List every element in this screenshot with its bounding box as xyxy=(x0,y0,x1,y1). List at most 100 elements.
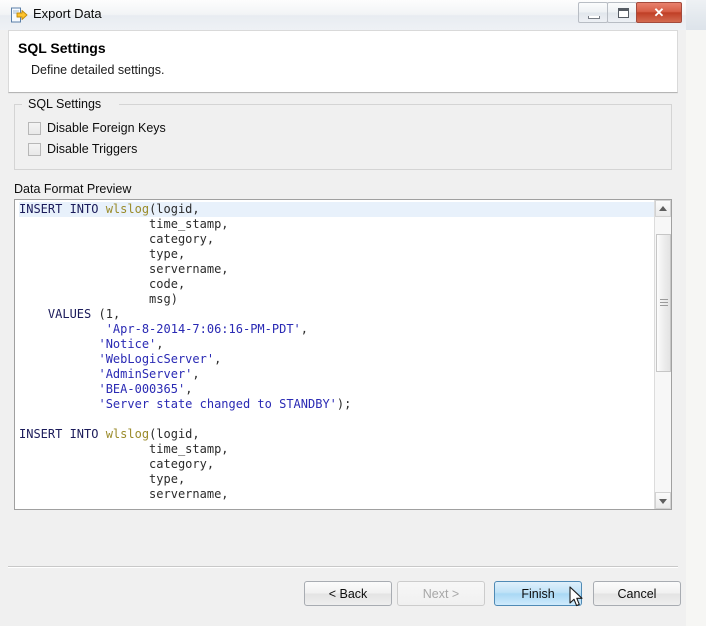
sql-token-pln xyxy=(19,337,98,351)
window-controls: ✕ xyxy=(578,2,682,24)
checkbox-label: Disable Foreign Keys xyxy=(47,121,166,135)
sql-token-pln: code, xyxy=(19,277,186,291)
page-subtitle: Define detailed settings. xyxy=(31,63,165,77)
sql-token-str: 'Server state changed to STANDBY' xyxy=(98,397,337,411)
sql-token-pln: category, xyxy=(19,457,215,471)
sql-line: time_stamp, xyxy=(19,217,654,232)
minimize-icon xyxy=(588,16,600,19)
sql-token-str: 'Apr-8-2014-7:06:16-PM-PDT' xyxy=(105,322,301,336)
sql-token-pln: servername, xyxy=(19,262,229,276)
wizard-banner: SQL Settings Define detailed settings. xyxy=(8,30,678,93)
sql-line: code, xyxy=(19,277,654,292)
sql-token-str: 'WebLogicServer' xyxy=(98,352,215,366)
sql-line: category, xyxy=(19,232,654,247)
footer-divider-highlight xyxy=(8,567,678,568)
sql-token-pln: , xyxy=(185,382,193,396)
sql-line: servername, xyxy=(19,487,654,502)
sql-token-num: 1 xyxy=(105,307,113,321)
sql-token-pln: category, xyxy=(19,232,215,246)
sql-token-pln: type, xyxy=(19,247,186,261)
sql-token-pln: msg) xyxy=(19,292,178,306)
sql-token-pln: time_stamp, xyxy=(19,217,229,231)
sql-token-pln xyxy=(19,322,106,336)
chevron-up-icon xyxy=(659,205,667,211)
sql-token-str: 'AdminServer' xyxy=(98,367,193,381)
sql-line: 'Notice', xyxy=(19,337,654,352)
sql-token-pln: ( xyxy=(91,307,106,321)
sql-line: VALUES (1, xyxy=(19,307,654,322)
checkbox-label: Disable Triggers xyxy=(47,142,138,156)
checkbox-box-icon[interactable] xyxy=(28,121,41,135)
page-title: SQL Settings xyxy=(18,40,106,56)
sql-token-pln xyxy=(19,397,98,411)
sql-line: 'Apr-8-2014-7:06:16-PM-PDT', xyxy=(19,322,654,337)
preview-vertical-scrollbar[interactable] xyxy=(654,200,671,509)
sql-token-pln xyxy=(19,352,98,366)
sql-line: INSERT INTO wlslog(logid, xyxy=(19,202,654,217)
sql-token-pln: type, xyxy=(19,472,186,486)
group-border-left xyxy=(14,104,22,105)
sql-token-pln: ); xyxy=(336,397,352,411)
sql-token-tbl: wlslog xyxy=(105,427,150,441)
sql-line: 'WebLogicServer', xyxy=(19,352,654,367)
sql-line: msg) xyxy=(19,292,654,307)
sql-token-pln xyxy=(19,382,98,396)
sql-token-str: 'BEA-000365' xyxy=(98,382,186,396)
sql-token-tbl: wlslog xyxy=(105,202,150,216)
sql-line: 'AdminServer', xyxy=(19,367,654,382)
data-format-preview-panel[interactable]: INSERT INTO wlslog(logid, time_stamp, ca… xyxy=(14,199,672,510)
chevron-down-icon xyxy=(659,498,667,504)
dialog-title: Export Data xyxy=(33,6,102,21)
scroll-up-button[interactable] xyxy=(655,200,671,217)
sql-token-kw: VALUES xyxy=(47,307,92,321)
sql-line: time_stamp, xyxy=(19,442,654,457)
next-button: Next > xyxy=(397,581,485,606)
sql-settings-group-label: SQL Settings xyxy=(24,97,106,111)
sql-token-kw: INSERT INTO xyxy=(19,427,106,441)
close-button[interactable]: ✕ xyxy=(636,2,682,23)
sql-line: INSERT INTO wlslog(logid, xyxy=(19,427,654,442)
sql-token-pln: (logid, xyxy=(149,202,200,216)
cancel-button[interactable]: Cancel xyxy=(593,581,681,606)
checkbox-disable-foreign-keys[interactable]: Disable Foreign Keys xyxy=(28,120,166,136)
sql-token-str: 'Notice' xyxy=(98,337,157,351)
dialog-body: SQL Settings Disable Foreign Keys Disabl… xyxy=(0,94,686,566)
minimize-button[interactable] xyxy=(578,2,608,23)
back-button[interactable]: < Back xyxy=(304,581,392,606)
sql-line: type, xyxy=(19,247,654,262)
checkbox-box-icon[interactable] xyxy=(28,142,41,156)
sql-line: type, xyxy=(19,472,654,487)
sql-line xyxy=(19,412,654,427)
checkbox-disable-triggers[interactable]: Disable Triggers xyxy=(28,141,137,157)
sql-token-pln xyxy=(19,367,98,381)
sql-line: 'Server state changed to STANDBY'); xyxy=(19,397,654,412)
sql-line: 'BEA-000365', xyxy=(19,382,654,397)
sql-token-pln: , xyxy=(112,307,121,321)
scroll-down-button[interactable] xyxy=(655,492,671,509)
sql-line: servername, xyxy=(19,262,654,277)
export-document-icon xyxy=(10,6,28,24)
sql-token-pln: , xyxy=(156,337,164,351)
sql-token-pln: servername, xyxy=(19,487,229,501)
sql-token-pln: , xyxy=(214,352,222,366)
sql-token-pln: time_stamp, xyxy=(19,442,229,456)
scrollbar-grip-icon xyxy=(660,299,668,307)
dialog-titlebar: Export Data ✕ xyxy=(0,0,686,30)
close-icon: ✕ xyxy=(653,5,665,20)
group-border-right xyxy=(119,104,672,105)
sql-preview-text[interactable]: INSERT INTO wlslog(logid, time_stamp, ca… xyxy=(15,200,654,509)
export-data-dialog: Export Data ✕ SQL Settings Define detail… xyxy=(0,0,686,626)
sql-line: category, xyxy=(19,457,654,472)
sql-token-pln: , xyxy=(300,322,309,336)
data-format-preview-label: Data Format Preview xyxy=(14,182,132,196)
scrollbar-thumb[interactable] xyxy=(656,234,671,372)
dialog-button-bar: < Back Next > Finish Cancel xyxy=(0,574,686,614)
sql-token-pln: (logid, xyxy=(149,427,200,441)
finish-button[interactable]: Finish xyxy=(494,581,582,606)
maximize-icon xyxy=(618,8,629,18)
sql-settings-group xyxy=(14,104,672,170)
maximize-button[interactable] xyxy=(607,2,637,23)
sql-token-kw: INSERT INTO xyxy=(19,202,106,216)
sql-token-pln: , xyxy=(192,367,200,381)
sql-token-pln xyxy=(19,307,48,321)
